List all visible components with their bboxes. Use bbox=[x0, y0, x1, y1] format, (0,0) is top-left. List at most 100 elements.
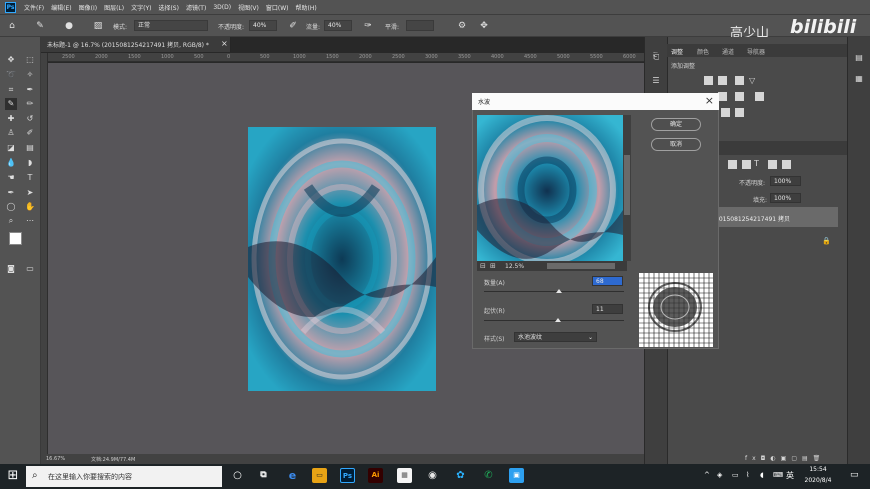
art-history-brush-icon[interactable]: ✐ bbox=[24, 127, 36, 139]
status-doc-size[interactable]: 文档:24.9M/77.4M bbox=[91, 456, 135, 463]
edge-browser-icon[interactable]: e bbox=[285, 468, 300, 483]
tab-navigator[interactable]: 导航器 bbox=[747, 47, 765, 56]
blur-tool-icon[interactable]: 💧 bbox=[5, 157, 17, 169]
preview-scroll-thumb[interactable] bbox=[624, 155, 630, 215]
screen-mode-icon[interactable]: ▭ bbox=[24, 263, 36, 275]
libraries-icon[interactable]: ▤ bbox=[853, 52, 865, 64]
magic-wand-tool-icon[interactable]: ✧ bbox=[24, 69, 36, 81]
notifications-icon[interactable]: ▭ bbox=[850, 470, 859, 480]
smoothing-settings-icon[interactable]: ⚙ bbox=[456, 20, 468, 32]
wechat-icon[interactable]: ✆ bbox=[481, 468, 496, 483]
pressure-opacity-icon[interactable]: ✐ bbox=[287, 20, 299, 32]
vibrance-adjust-icon[interactable]: ▽ bbox=[749, 76, 758, 85]
volume-icon[interactable]: ◖ bbox=[760, 471, 764, 479]
history-brush-tool-icon[interactable]: ↺ bbox=[24, 113, 36, 125]
dialog-titlebar[interactable]: 水波 × bbox=[472, 93, 719, 110]
photoshop-taskbar-icon[interactable]: Ps bbox=[340, 468, 355, 483]
zoom-in-icon[interactable]: ⊞ bbox=[490, 262, 496, 270]
layer-fill-field[interactable]: 100% bbox=[770, 193, 801, 203]
smoothing-field[interactable] bbox=[406, 20, 434, 31]
menu-image[interactable]: 图像(I) bbox=[79, 3, 97, 12]
type-tool-icon[interactable]: T bbox=[24, 172, 36, 184]
zoom-out-icon[interactable]: ⊟ bbox=[480, 262, 486, 270]
menu-type[interactable]: 文字(Y) bbox=[131, 3, 151, 12]
layer-opacity-field[interactable]: 100% bbox=[770, 176, 801, 186]
clone-stamp-tool-icon[interactable]: ♙ bbox=[5, 127, 17, 139]
hand-tool-icon[interactable]: ✋ bbox=[24, 201, 36, 213]
app-grid-icon[interactable]: ▦ bbox=[397, 468, 412, 483]
brightness-adjust-icon[interactable] bbox=[704, 76, 713, 85]
amount-slider-track[interactable] bbox=[484, 291, 624, 292]
ime-mode-icon[interactable]: ⌨ bbox=[773, 471, 783, 479]
brush-tool-icon[interactable]: ✎ bbox=[5, 98, 17, 110]
properties-panel-icon[interactable]: ☰ bbox=[650, 75, 662, 87]
filter-preview[interactable] bbox=[477, 115, 623, 261]
battery-icon[interactable]: ▭ bbox=[732, 471, 739, 479]
canvas-artwork[interactable] bbox=[248, 127, 436, 391]
clock-time[interactable]: 15:54 bbox=[798, 466, 838, 473]
ime-language[interactable]: 英 bbox=[786, 470, 794, 481]
dialog-close-icon[interactable]: × bbox=[705, 94, 714, 108]
illustrator-taskbar-icon[interactable]: Ai bbox=[368, 468, 383, 483]
menu-select[interactable]: 选择(S) bbox=[158, 3, 179, 12]
menu-edit[interactable]: 编辑(E) bbox=[51, 3, 71, 12]
color-lookup-icon[interactable] bbox=[755, 92, 764, 101]
pencil-tool-icon[interactable]: ✏ bbox=[24, 98, 36, 110]
symmetry-icon[interactable]: ✥ bbox=[478, 20, 490, 32]
amount-slider-thumb[interactable] bbox=[555, 289, 562, 293]
ellipse-tool-icon[interactable]: ◯ bbox=[5, 201, 17, 213]
network-icon[interactable]: ⌇ bbox=[746, 471, 749, 479]
filter-adjust-icon[interactable] bbox=[742, 160, 751, 169]
bilibili-app-icon[interactable]: ▣ bbox=[509, 468, 524, 483]
filter-type-icon[interactable]: T bbox=[754, 159, 759, 168]
taskbar-search-box[interactable]: ⌕ 在这里输入你要搜索的内容 bbox=[26, 466, 222, 487]
color-balance-icon[interactable] bbox=[718, 92, 727, 101]
menu-layer[interactable]: 图层(L) bbox=[104, 3, 124, 12]
invert-icon[interactable] bbox=[721, 108, 730, 117]
photoshop-logo-icon[interactable]: Ps bbox=[5, 1, 16, 13]
history-panel-icon[interactable]: ⎗ bbox=[650, 51, 662, 63]
preview-scrollbar[interactable] bbox=[623, 115, 631, 261]
filter-smart-icon[interactable] bbox=[782, 160, 791, 169]
airbrush-icon[interactable]: ✑ bbox=[362, 20, 374, 32]
amount-field[interactable]: 68 bbox=[592, 276, 623, 286]
tray-chevron-up-icon[interactable]: ^ bbox=[704, 471, 710, 479]
mode-select[interactable]: 正常 bbox=[134, 20, 208, 31]
clock-date[interactable]: 2020/8/4 bbox=[798, 477, 838, 484]
status-zoom[interactable]: 16.67% bbox=[46, 456, 65, 462]
menu-3d[interactable]: 3D(D) bbox=[213, 4, 231, 11]
filter-shape-icon[interactable] bbox=[768, 160, 777, 169]
windows-start-icon[interactable]: ⊞ bbox=[4, 467, 22, 485]
ridges-slider-thumb[interactable] bbox=[554, 318, 561, 322]
vertical-ruler[interactable] bbox=[41, 53, 48, 454]
eyedropper-tool-icon[interactable]: ✒ bbox=[24, 84, 36, 96]
close-tab-icon[interactable]: × bbox=[221, 39, 228, 48]
tab-color[interactable]: 颜色 bbox=[697, 47, 709, 56]
flow-field[interactable]: 40% bbox=[324, 20, 352, 31]
pen-tool-icon[interactable]: ✒ bbox=[5, 187, 17, 199]
document-tab[interactable]: 未标题-1 @ 16.7% (2015081254217491 拷贝, RGB/… bbox=[41, 37, 231, 52]
opacity-field[interactable]: 40% bbox=[249, 20, 277, 31]
file-explorer-icon[interactable]: ▭ bbox=[312, 468, 327, 483]
horizontal-ruler[interactable]: 2500 2000 1500 1000 500 0 500 1000 1500 2000 2500 3… bbox=[48, 53, 669, 62]
cancel-button[interactable]: 取消 bbox=[651, 138, 701, 151]
menu-view[interactable]: 视图(V) bbox=[238, 3, 259, 12]
more-tools-icon[interactable]: ⋯ bbox=[24, 215, 36, 227]
menu-file[interactable]: 文件(F) bbox=[24, 3, 44, 12]
tab-channels[interactable]: 通道 bbox=[722, 47, 734, 56]
preview-hscroll-thumb[interactable] bbox=[547, 263, 615, 269]
lasso-tool-icon[interactable]: ➰ bbox=[5, 69, 17, 81]
tray-app-icon[interactable]: ◈ bbox=[717, 471, 722, 479]
zoom-tool-icon[interactable]: ⌕ bbox=[5, 215, 17, 227]
smudge-tool-icon[interactable]: ☚ bbox=[5, 172, 17, 184]
menu-window[interactable]: 窗口(W) bbox=[266, 3, 289, 12]
menu-help[interactable]: 帮助(H) bbox=[296, 3, 317, 12]
eraser-tool-icon[interactable]: ◪ bbox=[5, 142, 17, 154]
photo-filter-icon[interactable] bbox=[735, 92, 744, 101]
foreground-color-swatch[interactable] bbox=[9, 232, 22, 245]
filter-pixel-icon[interactable] bbox=[728, 160, 737, 169]
cortana-icon[interactable]: ○ bbox=[230, 468, 245, 483]
home-icon[interactable]: ⌂ bbox=[6, 20, 18, 32]
path-selection-tool-icon[interactable]: ➤ bbox=[24, 187, 36, 199]
quick-mask-icon[interactable]: ◙ bbox=[5, 263, 17, 275]
